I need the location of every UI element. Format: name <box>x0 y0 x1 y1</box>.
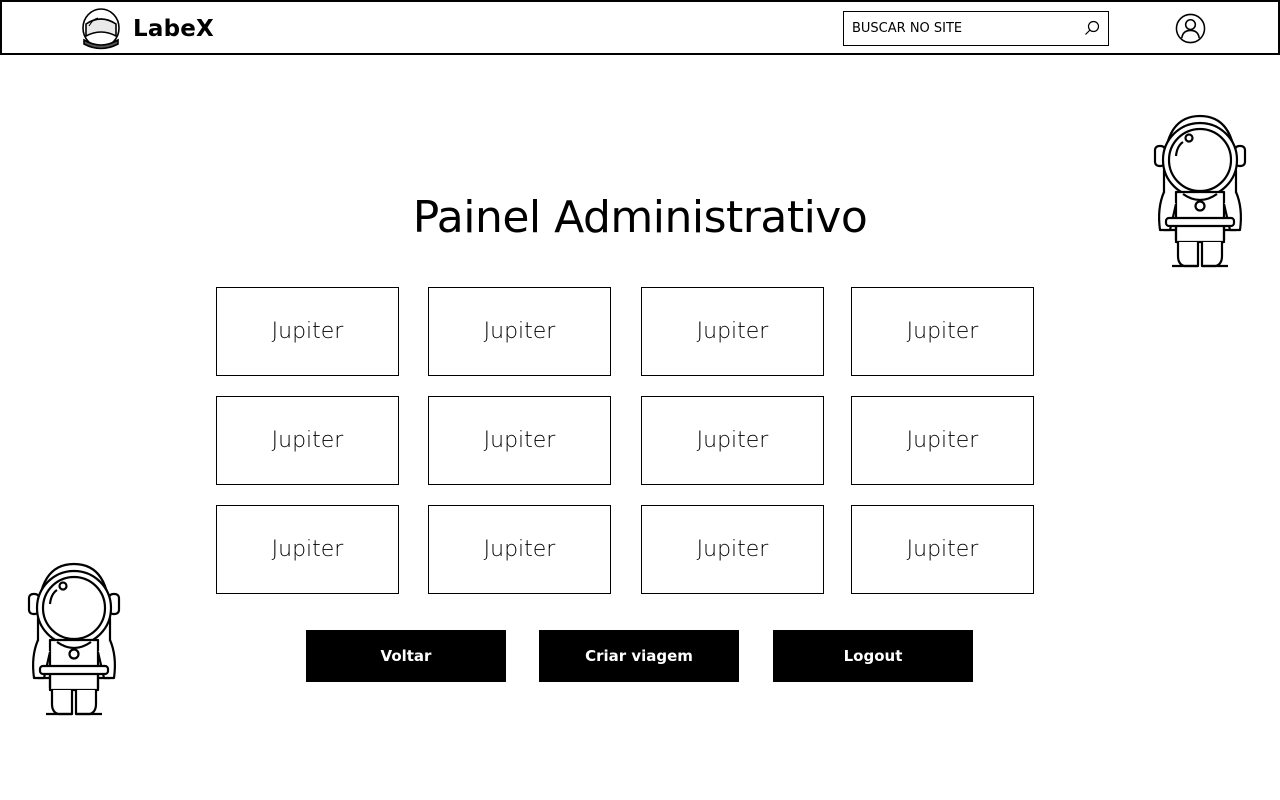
search-bar <box>843 11 1109 46</box>
trip-card-label: Jupiter <box>696 537 769 562</box>
trip-card[interactable]: Jupiter <box>216 396 399 485</box>
trip-card-label: Jupiter <box>906 319 979 344</box>
astronaut-illustration <box>1153 114 1247 268</box>
search-icon[interactable] <box>1084 20 1100 36</box>
trip-card-label: Jupiter <box>483 319 556 344</box>
trip-card-label: Jupiter <box>483 428 556 453</box>
trip-card-label: Jupiter <box>271 319 344 344</box>
astronaut-illustration <box>27 562 121 716</box>
trip-card[interactable]: Jupiter <box>641 505 824 594</box>
trip-card[interactable]: Jupiter <box>641 396 824 485</box>
trip-card-label: Jupiter <box>906 537 979 562</box>
trip-grid: Jupiter Jupiter Jupiter Jupiter Jupiter … <box>215 286 1035 594</box>
astronaut-helmet-icon[interactable] <box>80 6 122 52</box>
trip-card-label: Jupiter <box>696 319 769 344</box>
trip-card[interactable]: Jupiter <box>216 287 399 376</box>
trip-card[interactable]: Jupiter <box>428 287 611 376</box>
back-button[interactable]: Voltar <box>306 630 506 682</box>
trip-card-label: Jupiter <box>483 537 556 562</box>
trip-card[interactable]: Jupiter <box>851 505 1034 594</box>
trip-card-label: Jupiter <box>271 428 344 453</box>
trip-card[interactable]: Jupiter <box>428 505 611 594</box>
user-account-icon[interactable] <box>1175 13 1206 44</box>
trip-card[interactable]: Jupiter <box>641 287 824 376</box>
trip-card-label: Jupiter <box>271 537 344 562</box>
trip-card[interactable]: Jupiter <box>216 505 399 594</box>
brand-name[interactable]: LabeX <box>133 16 214 42</box>
trip-card[interactable]: Jupiter <box>428 396 611 485</box>
trip-card[interactable]: Jupiter <box>851 396 1034 485</box>
top-navbar: LabeX <box>0 0 1280 55</box>
trip-card[interactable]: Jupiter <box>851 287 1034 376</box>
trip-card-label: Jupiter <box>696 428 769 453</box>
page-title: Painel Administrativo <box>412 192 868 243</box>
search-input[interactable] <box>844 12 1076 45</box>
create-trip-button[interactable]: Criar viagem <box>539 630 739 682</box>
trip-card-label: Jupiter <box>906 428 979 453</box>
logout-button[interactable]: Logout <box>773 630 973 682</box>
